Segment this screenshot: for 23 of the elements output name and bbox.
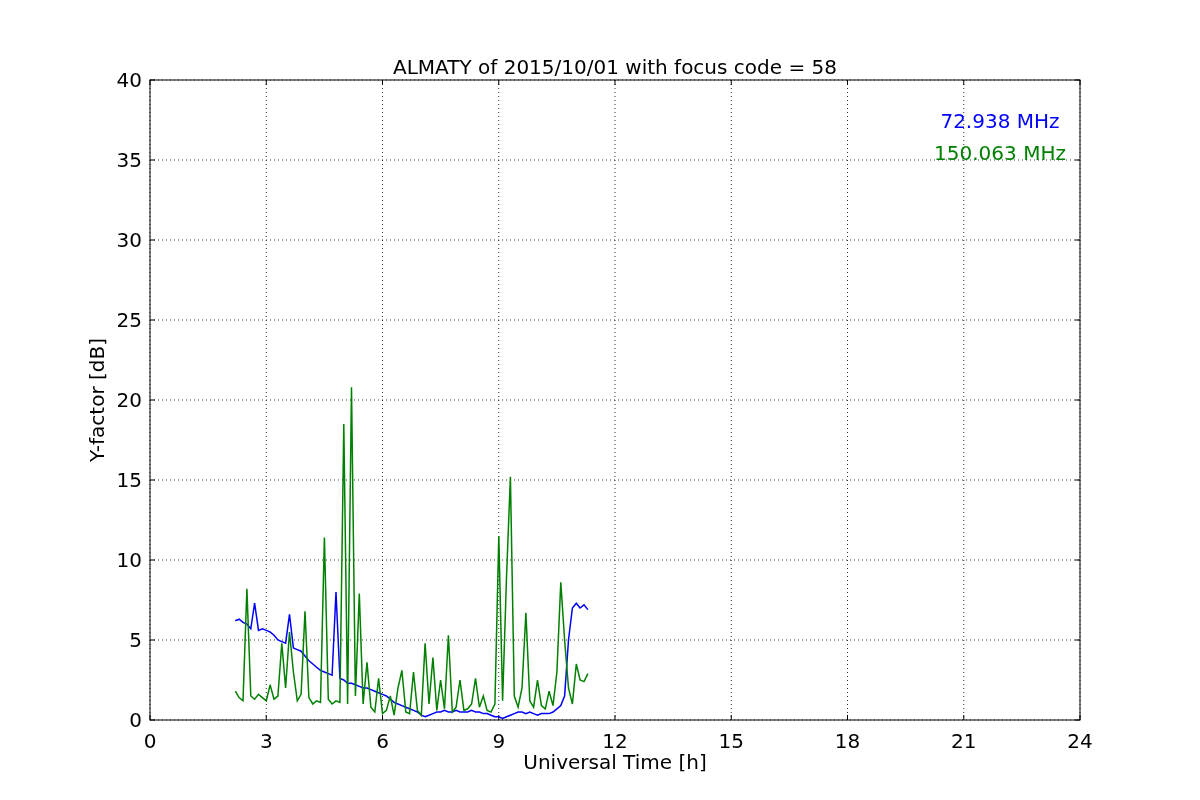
tick-label: 40 [116, 68, 142, 92]
tick-label: 20 [116, 388, 142, 412]
tick-label: 0 [129, 708, 142, 732]
tick-label: 35 [116, 148, 142, 172]
tick-label: 18 [834, 729, 861, 753]
tick-label: 5 [129, 628, 142, 652]
tick-label: 30 [116, 228, 142, 252]
legend-label: 150.063 MHz [934, 141, 1066, 165]
tick-label: 25 [116, 308, 142, 332]
tick-label: 15 [718, 729, 744, 753]
tick-label: 24 [1067, 729, 1093, 753]
tick-label: 6 [376, 729, 389, 753]
tick-label: 12 [602, 729, 628, 753]
tick-label: 15 [116, 468, 142, 492]
axis-label: Universal Time [h] [523, 750, 707, 774]
chart-title: ALMATY of 2015/10/01 with focus code = 58 [393, 55, 837, 79]
tick-label: 0 [143, 729, 157, 753]
tick-label: 10 [116, 548, 142, 572]
tick-label: 9 [492, 729, 506, 753]
axis-label: Y-factor [dB] [85, 338, 109, 462]
legend-label: 72.938 MHz [940, 109, 1060, 133]
tick-label: 3 [259, 729, 273, 753]
tick-label: 21 [951, 729, 977, 753]
